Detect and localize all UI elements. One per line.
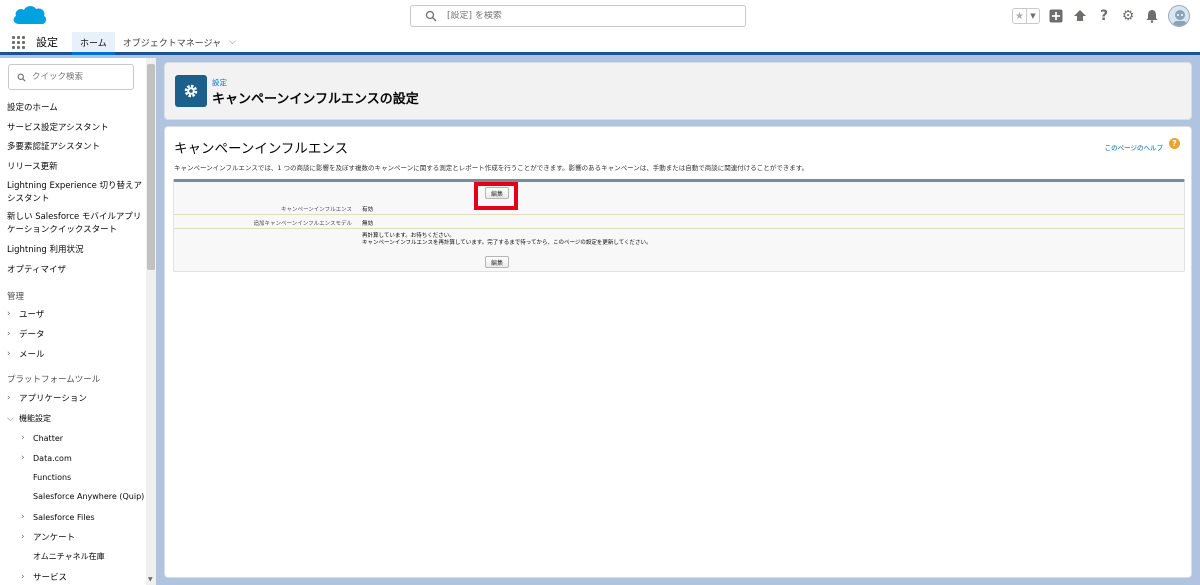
sidebar-item-lightning-usage[interactable]: Lightning 利用状況 <box>7 244 147 257</box>
sidebar-item-salesforce-files[interactable]: › Salesforce Files <box>21 512 95 522</box>
sidebar-scrollbar[interactable]: ▼ <box>146 58 156 585</box>
sidebar-item-label: メール <box>19 350 45 360</box>
search-icon <box>17 73 26 82</box>
sidebar-item-feature-settings[interactable]: ⌵ 機能設定 <box>7 413 51 424</box>
sidebar-item-survey[interactable]: › アンケート <box>21 531 75 543</box>
field-value-additional-models: 無効 <box>362 221 374 227</box>
chevron-right-icon: › <box>21 572 25 582</box>
salesforce-logo-icon[interactable] <box>10 4 48 28</box>
chevron-right-icon: › <box>7 349 11 359</box>
sidebar-item-label: データ <box>19 330 45 340</box>
description-text: キャンペーンインフルエンスでは、1 つの商談に影響を及ぼす複数のキャンペーンに関… <box>174 164 809 172</box>
sidebar-item-label: Salesforce Files <box>33 512 95 522</box>
sidebar-section-admin: 管理 <box>7 292 25 302</box>
field-label-additional-models: 追加キャンペーンインフルエンスモデル <box>253 221 352 227</box>
edit-button-bottom[interactable]: 編集 <box>485 256 510 268</box>
setup-gear-icon <box>175 75 207 107</box>
sidebar-item-label: アプリケーション <box>19 394 87 404</box>
tab-object-manager[interactable]: オブジェクトマネージャ ⌵ <box>115 32 244 52</box>
sidebar-item-label: アンケート <box>33 533 76 543</box>
help-question-icon[interactable]: ? <box>1169 138 1180 149</box>
sidebar-item-label: サービス <box>33 573 68 583</box>
sidebar-item-label: Salesforce Anywhere (Quip) <box>33 492 145 501</box>
sidebar-item-functions[interactable]: Functions <box>33 473 71 482</box>
trailhead-icon[interactable] <box>1072 8 1088 24</box>
tab-home-label: ホーム <box>80 38 107 49</box>
search-input[interactable] <box>447 11 727 21</box>
global-header: ★ ▼ ? ⚙ <box>0 0 1200 32</box>
message-line-1: 再計算しています。お待ちください。 <box>362 233 455 239</box>
sidebar-item-apps[interactable]: › アプリケーション <box>7 392 87 404</box>
sidebar-item-omni-inventory[interactable]: オムニチャネル在庫 <box>33 551 105 562</box>
message-line-2: キャンペーンインフルエンスを再計算しています。完了するまで待ってから、このページ… <box>362 240 652 246</box>
context-bar: 設定 ホーム オブジェクトマネージャ ⌵ <box>0 32 1200 55</box>
row-divider <box>174 214 1184 215</box>
star-icon[interactable]: ★ <box>1013 9 1026 23</box>
search-icon <box>425 10 437 22</box>
sidebar-item-mobile-quickstart[interactable]: 新しい Salesforce モバイルアプリケーションクイックスタート <box>7 211 145 237</box>
sidebar-item-setup-home[interactable]: 設定のホーム <box>7 102 147 115</box>
sidebar-item-chatter[interactable]: › Chatter <box>21 433 63 443</box>
sidebar-section-platform-tools: プラットフォームツール <box>7 375 101 385</box>
edit-button-top[interactable]: 編集 <box>485 187 510 199</box>
quick-find[interactable] <box>8 64 134 90</box>
header-icons: ★ ▼ ? ⚙ <box>1012 4 1190 28</box>
chevron-right-icon: › <box>21 453 25 463</box>
section-title: キャンペーンインフルエンス <box>174 141 349 157</box>
help-icon[interactable]: ? <box>1096 8 1112 24</box>
tab-home[interactable]: ホーム <box>72 32 115 55</box>
sidebar-item-optimizer[interactable]: オプティマイザ <box>7 264 147 277</box>
sidebar-item-label: Data.com <box>33 453 72 463</box>
field-label-campaign-influence: キャンペーンインフルエンス <box>281 207 352 213</box>
gear-icon[interactable]: ⚙ <box>1120 8 1136 24</box>
tab-object-manager-label: オブジェクトマネージャ <box>122 38 222 49</box>
sidebar-item-service[interactable]: › サービス <box>21 571 67 583</box>
page-header: 設定 キャンペーンインフルエンスの設定 <box>164 62 1192 120</box>
scroll-down-arrow-icon[interactable]: ▼ <box>148 576 153 583</box>
sidebar-item-lightning-transition[interactable]: Lightning Experience 切り替えアシスタント <box>7 180 145 206</box>
sidebar-item-label: Functions <box>33 473 72 482</box>
page-title: キャンペーンインフルエンスの設定 <box>212 92 419 107</box>
sidebar-item-label: オムニチャネル在庫 <box>33 552 105 561</box>
help-link[interactable]: このページのヘルプ <box>1105 142 1163 152</box>
scrollbar-thumb[interactable] <box>147 64 155 270</box>
favorites-dropdown-icon[interactable]: ▼ <box>1026 9 1039 23</box>
chevron-right-icon: › <box>21 512 25 522</box>
favorites-group[interactable]: ★ ▼ <box>1012 8 1040 24</box>
sidebar-item-label: ユーザ <box>19 310 45 320</box>
sidebar-item-service-setup[interactable]: サービス設定アシスタント <box>7 122 147 135</box>
recalculation-message: 再計算しています。お待ちください。 キャンペーンインフルエンスを再計算しています… <box>362 233 652 247</box>
sidebar-item-mfa-assistant[interactable]: 多要素認証アシスタント <box>7 141 147 154</box>
sidebar-item-label: Chatter <box>33 433 64 443</box>
global-search[interactable] <box>410 5 746 27</box>
chevron-right-icon: › <box>21 433 25 443</box>
field-value-campaign-influence: 有効 <box>362 207 374 213</box>
chevron-right-icon: › <box>7 329 11 339</box>
detail-block: 編集 キャンペーンインフルエンス 有効 追加キャンペーンインフルエンスモデル 無… <box>173 179 1185 272</box>
chevron-down-icon[interactable]: ⌵ <box>229 37 236 47</box>
row-divider <box>174 228 1184 229</box>
chevron-right-icon: › <box>21 532 25 542</box>
sidebar-item-users[interactable]: › ユーザ <box>7 308 44 320</box>
sidebar-item-email[interactable]: › メール <box>7 348 45 360</box>
chevron-down-icon: ⌵ <box>7 413 14 424</box>
content-panel: キャンペーンインフルエンス このページのヘルプ ? キャンペーンインフルエンスで… <box>164 126 1192 578</box>
chevron-right-icon: › <box>7 309 11 319</box>
bell-icon[interactable] <box>1144 8 1160 24</box>
app-launcher-icon[interactable] <box>0 32 36 52</box>
quick-find-input[interactable] <box>32 72 122 82</box>
setup-sidebar: 設定のホーム サービス設定アシスタント 多要素認証アシスタント リリース更新 L… <box>0 58 156 585</box>
avatar[interactable] <box>1168 5 1190 27</box>
breadcrumb[interactable]: 設定 <box>212 77 227 88</box>
sidebar-item-salesforce-anywhere[interactable]: Salesforce Anywhere (Quip) <box>33 492 144 501</box>
app-name: 設定 <box>36 36 58 49</box>
sidebar-item-datacom[interactable]: › Data.com <box>21 453 72 463</box>
sidebar-item-release-updates[interactable]: リリース更新 <box>7 161 147 174</box>
global-add-icon[interactable] <box>1048 8 1064 24</box>
sidebar-item-data[interactable]: › データ <box>7 328 45 340</box>
sidebar-item-label: 機能設定 <box>19 414 51 423</box>
chevron-right-icon: › <box>7 393 11 403</box>
